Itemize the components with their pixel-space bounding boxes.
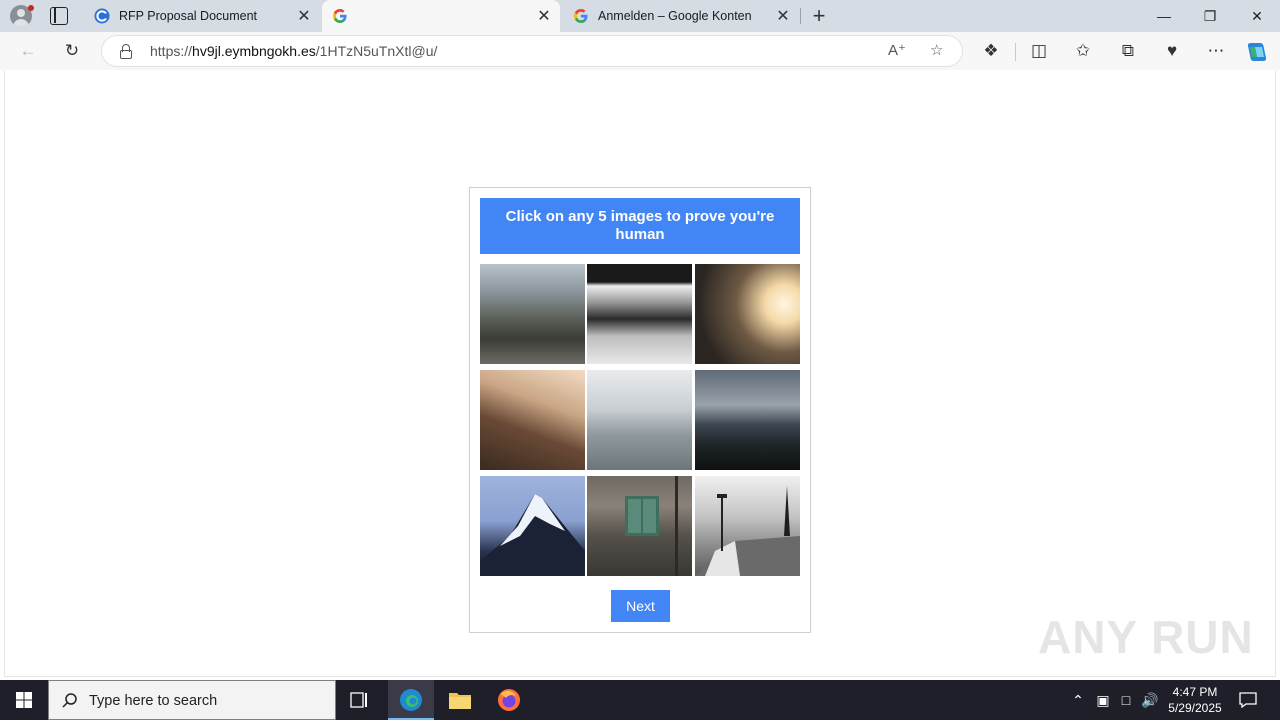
close-window-button[interactable]: ✕	[1234, 0, 1280, 32]
pier-shape	[695, 486, 800, 576]
firefox-icon[interactable]	[497, 688, 521, 712]
window-shape	[625, 476, 678, 576]
tab-actions-icon[interactable]	[50, 7, 68, 25]
captcha-image-old-building-window[interactable]	[587, 476, 692, 576]
tab-rfp-proposal[interactable]: RFP Proposal Document ✕	[84, 0, 320, 32]
favorite-star-icon[interactable]: ☆	[930, 36, 943, 66]
more-menu-icon[interactable]: ⋯	[1205, 32, 1227, 70]
volume-icon[interactable]: 🔊	[1139, 680, 1161, 720]
captcha-image-grid	[480, 264, 801, 577]
close-tab-icon[interactable]: ✕	[773, 6, 793, 26]
tab-separator	[800, 8, 801, 24]
task-view-icon[interactable]	[350, 690, 370, 710]
address-bar[interactable]: https://hv9jl.eymbngokh.es/1HTzN5uTnXtl@…	[101, 35, 963, 67]
captcha-instruction: Click on any 5 images to prove you're hu…	[480, 198, 800, 254]
windows-taskbar: Type here to search ⌃ ▣ □ 🔊 4:47 PM 5/29…	[0, 680, 1280, 720]
close-tab-icon[interactable]: ✕	[294, 6, 314, 26]
edge-icon	[400, 689, 422, 711]
favorites-icon[interactable]: ✩	[1072, 32, 1094, 70]
notifications-icon[interactable]	[1238, 690, 1258, 710]
split-screen-icon[interactable]: ◫	[1028, 32, 1050, 70]
captcha-image-coastal-cliff[interactable]	[480, 370, 585, 470]
extensions-icon[interactable]: ❖	[980, 32, 1002, 70]
clock-date: 5/29/2025	[1168, 701, 1222, 715]
captcha-image-ocean-waves[interactable]	[695, 370, 800, 470]
tab-active[interactable]: ✕	[322, 0, 560, 32]
network-icon[interactable]: □	[1115, 680, 1137, 720]
captcha-image-snowy-mountain-peak[interactable]	[480, 476, 585, 576]
meet-now-icon[interactable]: ▣	[1092, 680, 1114, 720]
image-captcha-box: Click on any 5 images to prove you're hu…	[469, 187, 811, 633]
copilot-c-icon	[94, 8, 110, 24]
taskbar-clock[interactable]: 4:47 PM 5/29/2025	[1160, 684, 1230, 716]
browser-toolbar: ← ↻ https://hv9jl.eymbngokh.es/1HTzN5uTn…	[0, 32, 1280, 70]
tab-google-accounts[interactable]: Anmelden – Google Konten ✕	[563, 0, 799, 32]
lock-icon	[120, 44, 132, 59]
file-explorer-icon[interactable]	[448, 689, 472, 711]
mountain-shape	[480, 494, 585, 576]
tab-strip: RFP Proposal Document ✕ ✕ Anmelden – Goo…	[0, 0, 1280, 32]
next-button[interactable]: Next	[611, 590, 670, 622]
search-placeholder: Type here to search	[89, 693, 218, 709]
captcha-image-motion-blur-train[interactable]	[587, 264, 692, 364]
start-button[interactable]	[0, 680, 48, 720]
search-icon	[62, 693, 77, 708]
captcha-image-street-scene[interactable]	[480, 264, 585, 364]
new-tab-button[interactable]: +	[808, 3, 830, 29]
collections-icon[interactable]: ⧉	[1117, 32, 1139, 70]
refresh-icon[interactable]: ↻	[58, 32, 86, 70]
captcha-image-pier-lamp[interactable]	[695, 476, 800, 576]
minimize-button[interactable]: —	[1141, 0, 1187, 32]
chevron-up-icon[interactable]: ⌃	[1067, 680, 1089, 720]
copilot-icon[interactable]	[1245, 41, 1269, 63]
captcha-image-foggy-bridge[interactable]	[587, 370, 692, 470]
captcha-image-person-sunset[interactable]	[695, 264, 800, 364]
read-aloud-icon[interactable]: A⁺	[888, 36, 906, 66]
url-text: https://hv9jl.eymbngokh.es/1HTzN5uTnXtl@…	[150, 43, 438, 59]
toolbar-divider	[1015, 43, 1016, 61]
back-arrow-icon[interactable]: ←	[14, 32, 42, 70]
taskbar-edge-button[interactable]	[388, 680, 434, 720]
tab-title: Anmelden – Google Konten	[598, 9, 752, 23]
restore-button[interactable]: ❐	[1187, 0, 1233, 32]
browser-essentials-icon[interactable]: ♥	[1161, 32, 1183, 70]
google-g-icon	[574, 9, 588, 23]
google-g-icon	[333, 9, 347, 23]
tab-title: RFP Proposal Document	[119, 9, 258, 23]
clock-time: 4:47 PM	[1172, 685, 1218, 699]
windows-logo-icon	[16, 692, 32, 708]
taskbar-search-box[interactable]: Type here to search	[48, 680, 336, 720]
notification-dot	[28, 5, 34, 11]
close-tab-icon[interactable]: ✕	[534, 6, 554, 26]
watermark-text: ANY RUN	[1038, 611, 1254, 663]
